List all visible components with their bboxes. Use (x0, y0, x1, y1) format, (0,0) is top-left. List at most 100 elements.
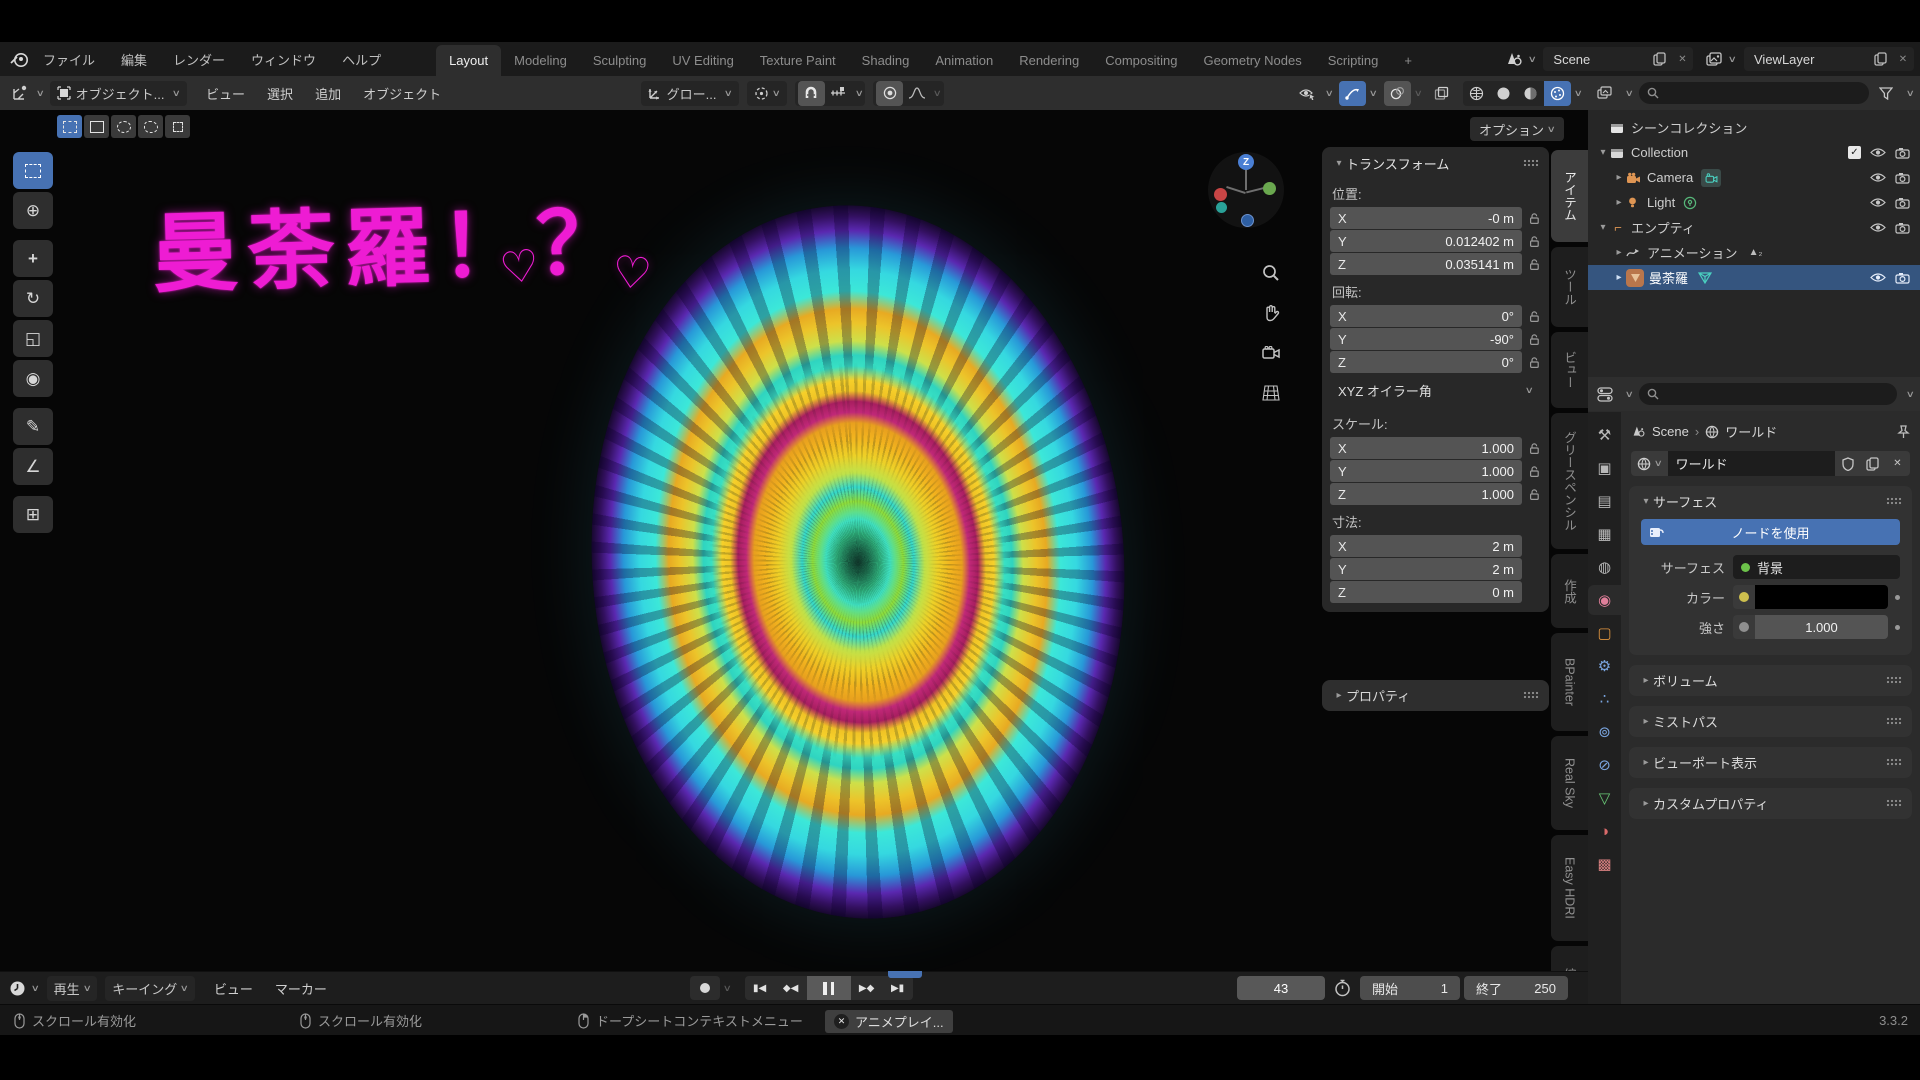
playback-menu[interactable]: 再生 ∨ (47, 976, 98, 1001)
surface-shader-field[interactable]: 背景 (1733, 555, 1900, 579)
gizmo-y-axis[interactable] (1263, 182, 1276, 195)
jump-to-end-button[interactable]: ▶▮ (883, 976, 913, 1000)
falloff-curve-icon[interactable] (903, 81, 930, 106)
menu-view[interactable]: ビュー (195, 84, 256, 103)
tab-world-properties[interactable]: ◉ (1588, 585, 1621, 615)
cursor-tool[interactable]: ⊕ (13, 192, 53, 229)
hide-eye-icon[interactable] (1870, 172, 1886, 183)
proportional-edit-icon[interactable] (876, 81, 903, 106)
chevron-down-icon[interactable]: ∨ (1906, 389, 1915, 400)
tab-bpainter[interactable]: BPainter (1551, 633, 1588, 731)
panel-grip[interactable] (1886, 799, 1902, 808)
world-browse-button[interactable]: ∨ (1631, 451, 1668, 476)
options-button[interactable]: オプション ∨ (1470, 117, 1564, 141)
zoom-icon[interactable] (1258, 260, 1284, 286)
pause-button[interactable] (807, 976, 851, 1000)
tab-tool-properties[interactable]: ⚒ (1588, 420, 1621, 450)
gizmo-z-axis[interactable]: Z (1238, 154, 1254, 170)
menu-window[interactable]: ウィンドウ (238, 50, 329, 69)
menu-edit[interactable]: 編集 (108, 50, 160, 69)
add-workspace-button[interactable]: + (1391, 45, 1425, 76)
tab-animation[interactable]: Animation (922, 45, 1006, 76)
unlock-icon[interactable] (1528, 488, 1541, 501)
tab-geometry-nodes[interactable]: Geometry Nodes (1190, 45, 1314, 76)
show-object-types-icon[interactable] (1295, 81, 1322, 106)
chevron-down-icon[interactable]: ∨ (36, 88, 45, 99)
new-scene-icon[interactable] (1649, 48, 1671, 70)
panel-grip[interactable] (1886, 758, 1902, 767)
custom-properties-panel[interactable]: ▸カスタムプロパティ (1629, 788, 1912, 819)
rendered-shading-icon[interactable] (1544, 81, 1571, 106)
xray-toggle-icon[interactable] (1428, 81, 1455, 106)
color-swatch[interactable] (1755, 585, 1888, 609)
outliner-search-input[interactable] (1639, 82, 1870, 104)
tab-uv-editing[interactable]: UV Editing (659, 45, 746, 76)
current-frame-field[interactable]: 43 (1237, 976, 1325, 1000)
rotation-y-field[interactable]: Y-90° (1330, 328, 1522, 350)
scale-x-field[interactable]: X1.000 (1330, 437, 1522, 459)
chevron-down-icon[interactable]: ∨ (723, 983, 732, 994)
strength-slider[interactable]: 1.000 (1755, 615, 1888, 639)
select-box-button[interactable] (84, 115, 109, 138)
exclude-checkbox[interactable]: ✓ (1848, 146, 1861, 159)
location-x-field[interactable]: X-0 m (1330, 207, 1522, 229)
unlock-icon[interactable] (1528, 212, 1541, 225)
properties-search-input[interactable] (1639, 383, 1898, 405)
mist-pass-panel[interactable]: ▸ミストパス (1629, 706, 1912, 737)
move-tool[interactable]: + (13, 240, 53, 277)
tab-tool[interactable]: ツール (1551, 247, 1588, 327)
hide-eye-icon[interactable] (1870, 197, 1886, 208)
transform-orientation-dropdown[interactable]: グロー... ∨ (641, 81, 739, 106)
hide-eye-icon[interactable] (1870, 222, 1886, 233)
menu-help[interactable]: ヘルプ (329, 50, 394, 69)
pivot-point-dropdown[interactable]: ∨ (747, 81, 787, 106)
select-circle-button[interactable] (111, 115, 136, 138)
row-animation[interactable]: ▸ アニメーション ▲₂ (1588, 240, 1920, 265)
tab-constraint-properties[interactable]: ⊘ (1588, 750, 1621, 780)
use-preview-range-icon[interactable] (1334, 979, 1351, 997)
tab-shading[interactable]: Shading (849, 45, 923, 76)
editor-type-icon[interactable] (1594, 383, 1616, 405)
tab-viewlayer-properties[interactable]: ▦ (1588, 519, 1621, 549)
row-camera[interactable]: ▸ Camera (1588, 165, 1920, 190)
light-data-icon[interactable] (1683, 196, 1699, 210)
filter-icon[interactable] (1875, 82, 1897, 104)
chevron-down-icon[interactable]: ∨ (1728, 54, 1737, 65)
unlock-icon[interactable] (1528, 356, 1541, 369)
gizmo-neg-z-axis[interactable] (1241, 214, 1254, 227)
scale-z-field[interactable]: Z1.000 (1330, 483, 1522, 505)
tab-grease-pencil[interactable]: グリースペンシル (1551, 413, 1588, 549)
tab-data-properties[interactable]: ▽ (1588, 783, 1621, 813)
properties-collapsed-panel[interactable]: ▸ プロパティ (1322, 680, 1549, 711)
dim-x-field[interactable]: X2 m (1330, 535, 1522, 557)
tab-scripting[interactable]: Scripting (1315, 45, 1392, 76)
annotate-tool[interactable]: ✎ (13, 408, 53, 445)
tab-scene-properties[interactable]: ◍ (1588, 552, 1621, 582)
tab-view[interactable]: ビュー (1551, 332, 1588, 408)
color-input-socket[interactable] (1733, 585, 1755, 609)
tab-compositing[interactable]: Compositing (1092, 45, 1190, 76)
copy-datablock-icon[interactable] (1860, 451, 1885, 476)
location-z-field[interactable]: Z0.035141 m (1330, 253, 1522, 275)
use-nodes-button[interactable]: ノードを使用 (1641, 519, 1900, 545)
viewlayer-name[interactable]: ViewLayer (1744, 52, 1850, 67)
select-box-tool[interactable] (13, 152, 53, 189)
render-camera-icon[interactable] (1895, 222, 1910, 234)
render-camera-icon[interactable] (1895, 272, 1910, 284)
keying-menu[interactable]: キーイング ∨ (105, 976, 195, 1001)
navigation-gizmo[interactable]: Z (1208, 152, 1284, 228)
tab-modeling[interactable]: Modeling (501, 45, 580, 76)
rotation-z-field[interactable]: Z0° (1330, 351, 1522, 373)
menu-file[interactable]: ファイル (30, 50, 108, 69)
dim-y-field[interactable]: Y2 m (1330, 558, 1522, 580)
unlock-icon[interactable] (1528, 333, 1541, 346)
tab-edit[interactable]: 編集 (1551, 946, 1588, 971)
chevron-down-icon[interactable]: ∨ (1625, 389, 1634, 400)
tab-object-properties[interactable]: ▢ (1588, 618, 1621, 648)
tab-easy-hdri[interactable]: Easy HDRI (1551, 835, 1588, 941)
viewport-3d[interactable]: 曼荼羅！？ ♡ ♡ オプション ∨ ⊕ + ↻ ◱ ◉ ✎ ∠ ⊞ (0, 110, 1588, 971)
snap-target-icon[interactable] (825, 81, 852, 106)
pin-icon[interactable] (1897, 425, 1910, 439)
pan-hand-icon[interactable] (1258, 300, 1284, 326)
tab-physics-properties[interactable]: ⊚ (1588, 717, 1621, 747)
